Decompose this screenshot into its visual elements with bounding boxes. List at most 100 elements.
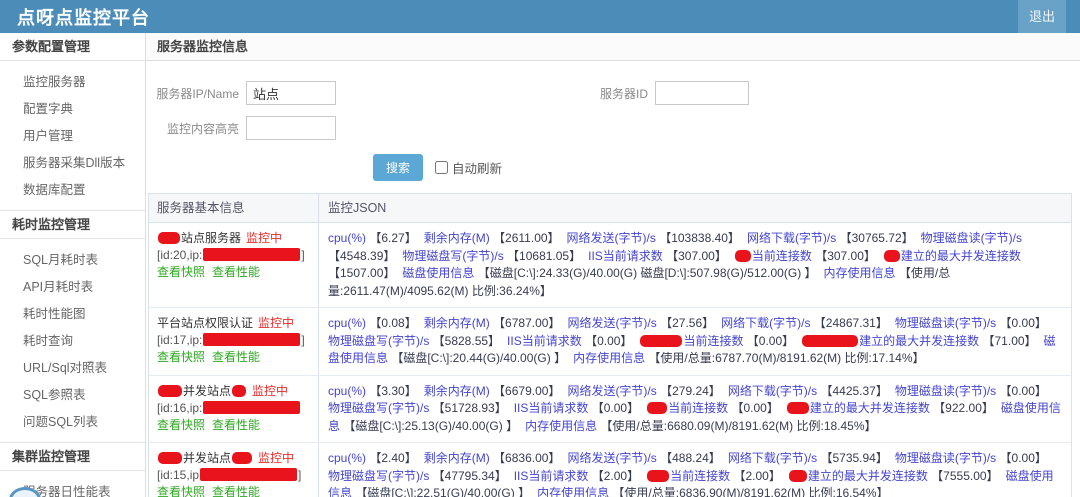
metric-label: 剩余内存(M)	[423, 383, 490, 398]
redaction-mark	[786, 402, 809, 414]
metric-value: 【使用/总量:6787.70(M)/8191.62(M) 比例:17.14%】	[645, 351, 925, 365]
metric-label: cpu(%)	[328, 451, 367, 465]
sidebar-item[interactable]: API月耗时表	[0, 272, 145, 299]
metric-label: IIS当前请求数	[588, 248, 663, 263]
action-link[interactable]: 查看性能	[212, 265, 260, 279]
server-ip-input[interactable]	[246, 81, 336, 105]
metric-value: 【0.00】	[728, 401, 779, 415]
highlight-input[interactable]	[246, 116, 336, 140]
sidebar-item[interactable]: 问题SQL列表	[0, 407, 145, 434]
metric-label: 物理磁盘读(字节)/s	[920, 231, 1022, 245]
sidebar-item[interactable]: 用户管理	[0, 121, 145, 148]
monitor-json-cell: cpu(%) 【3.30】 剩余内存(M) 【6679.00】 网络发送(字节)/s…	[319, 376, 1071, 443]
autorefresh-control[interactable]: 自动刷新	[435, 158, 502, 177]
sidebar-item[interactable]: SQL月耗时表	[0, 245, 145, 272]
metric-value: 【1507.00】	[328, 266, 396, 280]
highlight-label: 监控内容高亮	[166, 121, 239, 136]
sidebar-item[interactable]: 配置字典	[0, 94, 145, 121]
sidebar-item[interactable]: URL/Sql对照表	[0, 353, 145, 380]
action-link[interactable]: 查看快照	[157, 418, 205, 432]
sidebar-item[interactable]: 数据库配置	[0, 175, 145, 202]
action-link[interactable]: 查看快照	[157, 350, 205, 364]
redaction-mark	[883, 249, 900, 262]
metric-value: 【922.00】	[929, 401, 994, 415]
redaction-mark	[788, 469, 807, 482]
metric-value: 【47795.34】	[429, 468, 507, 483]
sidebar-section-title: 耗时监控管理	[0, 211, 145, 239]
action-link[interactable]: 查看性能	[212, 485, 260, 497]
metric-value: 【6787.00】	[489, 316, 561, 330]
metric-value: 【307.00】	[811, 248, 876, 263]
sidebar-item[interactable]: 监控服务器	[0, 67, 145, 94]
server-table-body: 站点服务器 监控中 [id:20,ip:] 查看快照 查看性能 cpu(%) 【6.27】…	[149, 223, 1071, 497]
action-link[interactable]: 查看快照	[157, 485, 205, 497]
logout-button[interactable]: 退出	[1017, 0, 1066, 33]
metric-value: 【51728.93】	[429, 401, 507, 415]
metric-label: 网络下载(字节)/s	[727, 451, 818, 465]
status-badge: 监控中	[252, 383, 289, 398]
sidebar-item[interactable]: SQL参照表	[0, 380, 145, 407]
metric-label: 剩余内存(M)	[423, 316, 490, 330]
action-link[interactable]: 查看快照	[157, 265, 205, 279]
content-area: 服务器监控信息 服务器IP/Name 服务器ID 监控内容高亮 搜索	[146, 33, 1080, 497]
redaction-mark	[647, 469, 670, 482]
metric-value: 【5828.55】	[429, 333, 501, 348]
redaction-mark	[232, 452, 253, 464]
metric-label: IIS当前请求数	[507, 333, 582, 348]
metric-label: 内存使用信息	[573, 351, 646, 365]
metric-label: 网络发送(字节)/s	[567, 383, 657, 398]
metric-label: 建立的最大并发连接数	[807, 468, 928, 483]
metric-label: 磁盘使用信息	[402, 266, 475, 280]
monitor-json-cell: cpu(%) 【6.27】 剩余内存(M) 【2611.00】 网络发送(字节)/s…	[319, 223, 1071, 307]
metric-value: 【2611.00】	[489, 231, 560, 245]
table-row: 平台站点权限认证 监控中 [id:17,ip:] 查看快照 查看性能 cpu(%) 【0.…	[149, 308, 1071, 376]
metric-label: 内存使用信息	[537, 486, 610, 497]
metric-value: 【2.00】	[730, 468, 781, 483]
text-fragment: ]	[298, 468, 302, 482]
metric-label: 建立的最大并发连接数	[859, 333, 980, 348]
metric-label: cpu(%)	[328, 316, 367, 330]
action-link[interactable]: 查看性能	[212, 350, 260, 364]
status-badge: 监控中	[258, 316, 295, 330]
redaction-mark	[203, 400, 301, 414]
metric-label: 网络下载(字节)/s	[721, 316, 811, 330]
server-ip-label: 服务器IP/Name	[156, 86, 239, 101]
search-button[interactable]: 搜索	[373, 154, 424, 181]
metric-label: 网络发送(字节)/s	[566, 231, 656, 245]
metric-label: 网络发送(字节)/s	[567, 316, 657, 330]
server-id-input[interactable]	[655, 81, 749, 105]
server-name: 平台站点权限认证	[157, 316, 253, 330]
metric-label: 剩余内存(M)	[423, 451, 490, 465]
metric-value: 【0.00】	[588, 401, 640, 415]
redaction-mark	[158, 452, 182, 464]
action-link[interactable]: 查看性能	[212, 418, 260, 432]
metric-value: 【24867.31】	[810, 316, 888, 330]
server-action-links: 查看快照 查看性能	[157, 417, 313, 434]
server-id-line: [id:16,ip:	[157, 400, 313, 417]
metric-label: 内存使用信息	[525, 418, 598, 433]
server-name-line: 站点服务器 监控中	[157, 230, 313, 247]
metric-label: 内存使用信息	[823, 266, 896, 280]
redaction-mark	[647, 402, 668, 414]
metric-value: 【5735.94】	[817, 451, 888, 465]
metric-label: IIS当前请求数	[513, 468, 589, 483]
sidebar-item[interactable]: 耗时查询	[0, 326, 145, 353]
metric-label: 当前连接数	[670, 468, 731, 483]
server-id-line: [id:15,ip]	[157, 467, 313, 484]
sidebar-section-title: 参数配置管理	[0, 33, 145, 61]
metric-value: 【6836.00】	[489, 451, 561, 465]
text-fragment: 平台站点权限认证	[157, 316, 254, 330]
app-window: 点呀点监控平台 退出 参数配置管理 监控服务器 配置字典 用户管理 服务器采集Dll版本…	[0, 0, 1080, 497]
metric-value: 【0.00】	[743, 333, 795, 348]
sidebar-item[interactable]: 耗时性能图	[0, 299, 145, 326]
sidebar-section: 耗时监控管理 SQL月耗时表 API月耗时表 耗时性能图 耗时查询 URL/Sql对照表 S…	[0, 210, 145, 442]
server-basic-info-cell: 并发站点 监控中 [id:15,ip] 查看快照 查看性能	[149, 443, 319, 497]
metric-label: 当前连接数	[668, 401, 729, 415]
sidebar-item-list: 监控服务器 配置字典 用户管理 服务器采集Dll版本 数据库配置	[0, 61, 145, 210]
metric-label: 当前连接数	[751, 248, 812, 263]
autorefresh-checkbox[interactable]	[435, 161, 449, 174]
server-action-links: 查看快照 查看性能	[157, 484, 313, 497]
sidebar-item[interactable]: 服务器采集Dll版本	[0, 148, 145, 175]
metric-value: 【磁盘[C:\]:25.13(G)/40.00(G) 】	[340, 418, 519, 433]
app-title: 点呀点监控平台	[17, 7, 150, 28]
